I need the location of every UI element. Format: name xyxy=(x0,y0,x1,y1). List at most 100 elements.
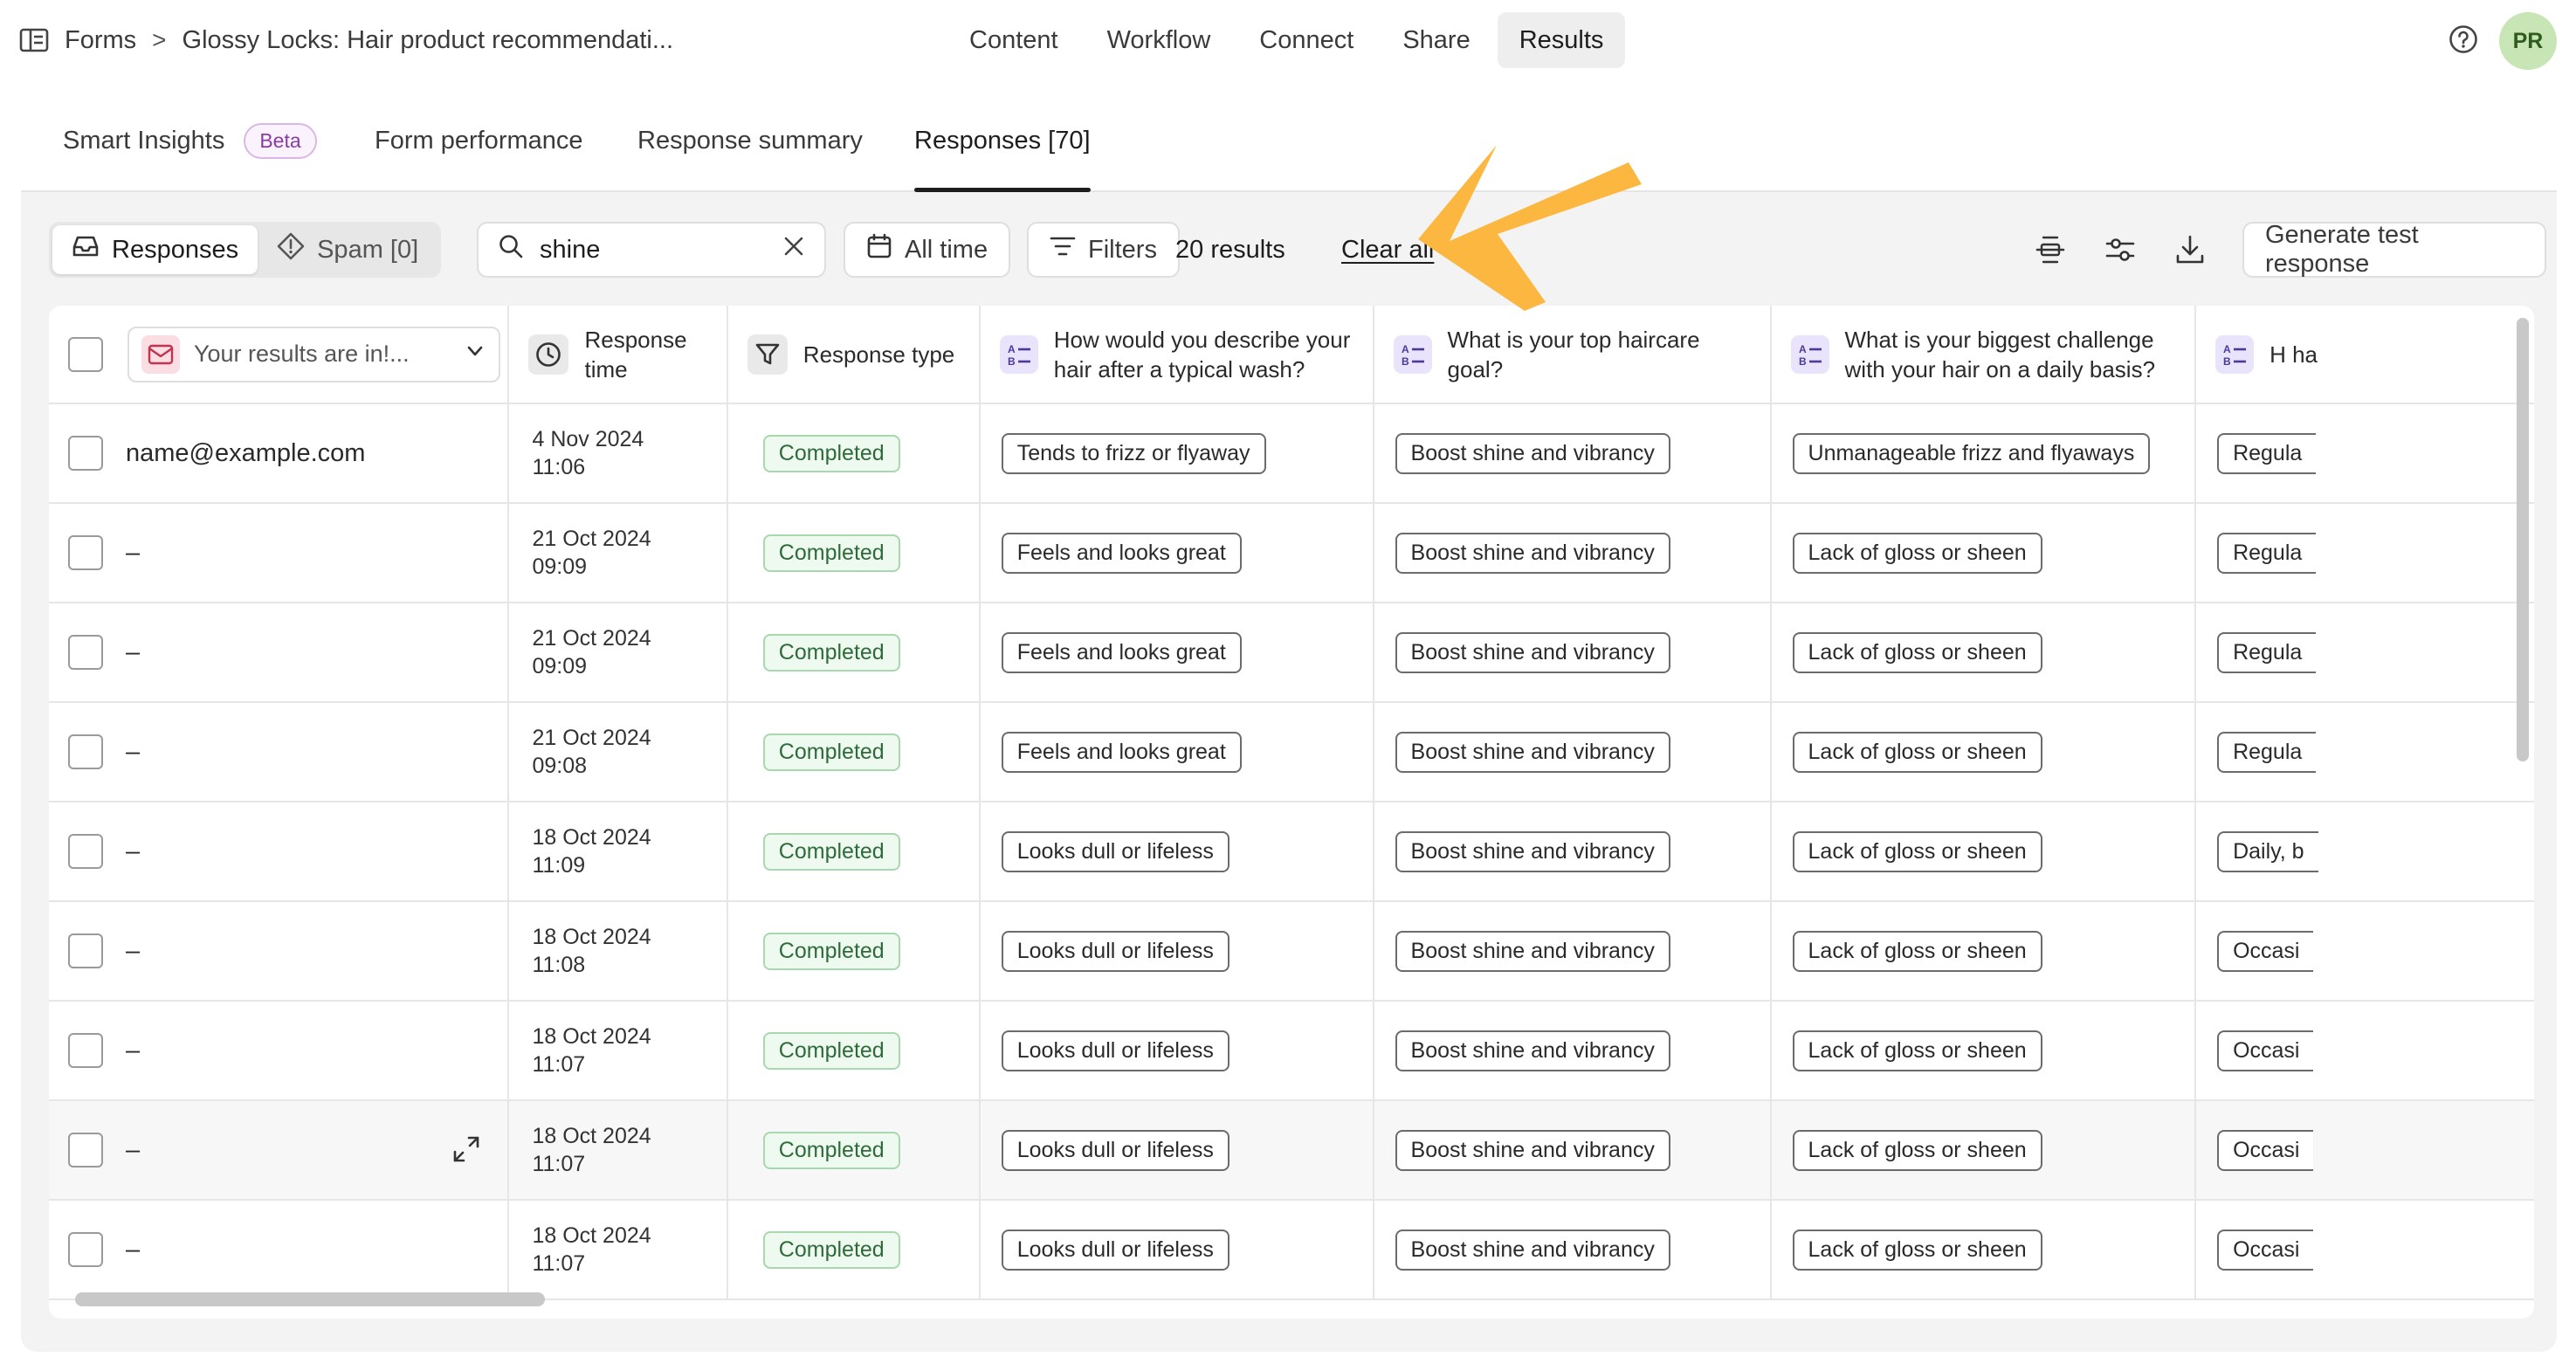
answer-1-cell: Looks dull or lifeless xyxy=(979,1100,1374,1201)
search-input[interactable]: shine xyxy=(540,236,767,265)
date-range-button[interactable]: All time xyxy=(844,222,1011,278)
vertical-scroll-thumb[interactable] xyxy=(2517,318,2529,761)
nav-results[interactable]: Results xyxy=(1497,12,1626,68)
expand-row-icon[interactable] xyxy=(451,1134,481,1171)
table-row[interactable]: – 18 Oct 2024 11:07 Completed Looks dull or … xyxy=(49,1200,2534,1300)
row-select-cell xyxy=(49,802,114,902)
answer-4-cell: Daily, b xyxy=(2195,802,2534,902)
select-all-cell xyxy=(49,306,114,404)
user-avatar[interactable]: PR xyxy=(2499,12,2557,70)
row-checkbox[interactable] xyxy=(68,1133,103,1168)
top-right-actions: PR xyxy=(2449,12,2557,70)
breadcrumb-forms-link[interactable]: Forms xyxy=(65,26,136,55)
response-time-cell: 21 Oct 2024 09:09 xyxy=(508,503,728,603)
nav-workflow[interactable]: Workflow xyxy=(1085,12,1233,68)
tab-response-summary[interactable]: Response summary xyxy=(637,89,863,192)
tab-form-performance[interactable]: Form performance xyxy=(375,89,583,192)
table-body: name@example.com 4 Nov 2024 11:06 Completed… xyxy=(49,403,2534,1300)
row-checkbox[interactable] xyxy=(68,834,103,869)
row-checkbox[interactable] xyxy=(68,734,103,769)
horizontal-scroll-thumb[interactable] xyxy=(75,1292,545,1306)
spam-warning-icon xyxy=(277,232,305,267)
nav-content[interactable]: Content xyxy=(947,12,1080,68)
answer-2-cell: Boost shine and vibrancy xyxy=(1373,403,1772,504)
row-select-cell xyxy=(49,702,114,802)
response-type-label: Response type xyxy=(802,341,955,368)
table-row[interactable]: – 18 Oct 2024 11:07 Completed Looks dull or … xyxy=(49,1100,2534,1201)
respondent-email: – xyxy=(125,637,141,666)
answer-4-cell: Occasi xyxy=(2195,1200,2534,1300)
nav-share[interactable]: Share xyxy=(1381,12,1491,68)
select-all-checkbox[interactable] xyxy=(68,336,103,372)
answer-3-cell: Lack of gloss or sheen xyxy=(1770,802,2197,902)
search-field[interactable]: shine xyxy=(477,222,826,278)
response-time-cell: 18 Oct 2024 11:07 xyxy=(508,1200,728,1300)
table-row[interactable]: – 21 Oct 2024 09:09 Completed Feels and look… xyxy=(49,603,2534,703)
clear-search-icon[interactable] xyxy=(782,235,805,265)
answer-chip: Lack of gloss or sheen xyxy=(1792,1030,2042,1071)
table-row[interactable]: name@example.com 4 Nov 2024 11:06 Completed… xyxy=(49,403,2534,504)
table-row[interactable]: – 21 Oct 2024 09:08 Completed Feels and look… xyxy=(49,702,2534,802)
tab-responses[interactable]: Responses [70] xyxy=(914,89,1091,192)
answer-chip: Boost shine and vibrancy xyxy=(1395,631,1670,673)
calendar-icon xyxy=(866,233,892,266)
question-3-header[interactable]: AB What is your biggest challenge with y… xyxy=(1770,306,2197,404)
answer-chip: Regula xyxy=(2217,731,2317,773)
filters-button[interactable]: Filters xyxy=(1027,222,1180,278)
respondent-email: – xyxy=(125,1036,141,1064)
respondent-email: – xyxy=(125,1235,141,1264)
answer-4-cell: Occasi xyxy=(2195,901,2534,1002)
response-type-header[interactable]: Response type xyxy=(727,306,981,404)
response-date: 21 Oct 2024 xyxy=(532,626,651,651)
respondent-email: – xyxy=(125,737,141,766)
answer-chip: Looks dull or lifeless xyxy=(1001,930,1229,972)
question-1-header[interactable]: AB How would you describe your hair afte… xyxy=(979,306,1374,404)
row-checkbox[interactable] xyxy=(68,535,103,570)
nav-connect[interactable]: Connect xyxy=(1237,12,1375,68)
date-range-label: All time xyxy=(905,235,988,264)
email-cell: – xyxy=(113,1100,510,1201)
answer-chip: Looks dull or lifeless xyxy=(1001,1229,1229,1271)
answer-3-cell: Lack of gloss or sheen xyxy=(1770,603,2197,703)
spam-toggle-button[interactable]: Spam [0] xyxy=(258,225,437,274)
responses-toggle-button[interactable]: Responses xyxy=(52,225,258,274)
response-type-cell: Completed xyxy=(727,403,981,504)
download-icon[interactable] xyxy=(2173,232,2208,267)
table-row[interactable]: – 18 Oct 2024 11:09 Completed Looks dull or … xyxy=(49,802,2534,902)
tab-smart-insights[interactable]: Smart Insights Beta xyxy=(63,89,317,192)
breadcrumb-form-title[interactable]: Glossy Locks: Hair product recommendati.… xyxy=(183,26,673,55)
responses-toolbar: Responses Spam [0] shine All time Filter… xyxy=(49,221,2546,278)
answer-chip: Boost shine and vibrancy xyxy=(1395,731,1670,773)
help-icon[interactable] xyxy=(2449,24,2478,59)
response-date: 18 Oct 2024 xyxy=(532,1223,651,1248)
table-row[interactable]: – 18 Oct 2024 11:07 Completed Looks dull or … xyxy=(49,1001,2534,1101)
table-row[interactable]: – 18 Oct 2024 11:08 Completed Looks dull or … xyxy=(49,901,2534,1002)
answer-4-cell: Occasi xyxy=(2195,1001,2534,1101)
row-select-cell xyxy=(49,503,114,603)
response-time-header[interactable]: Response time xyxy=(508,306,728,404)
status-badge: Completed xyxy=(762,633,900,672)
vertical-scrollbar[interactable] xyxy=(2517,318,2529,1191)
answer-2-cell: Boost shine and vibrancy xyxy=(1373,1100,1772,1201)
email-column-dropdown[interactable]: Your results are in!... xyxy=(127,326,501,382)
answer-3-cell: Lack of gloss or sheen xyxy=(1770,1100,2197,1201)
column-settings-icon[interactable] xyxy=(2103,232,2138,267)
row-checkbox[interactable] xyxy=(68,436,103,471)
answer-chip: Occasi xyxy=(2217,930,2314,972)
responses-table-container: Your results are in!... Response time Re… xyxy=(49,306,2534,1319)
response-date: 21 Oct 2024 xyxy=(532,527,651,551)
question-4-header[interactable]: AB H ha xyxy=(2195,306,2534,404)
search-icon xyxy=(498,233,524,266)
row-checkbox[interactable] xyxy=(68,1033,103,1068)
row-checkbox[interactable] xyxy=(68,635,103,670)
response-time-cell: 4 Nov 2024 11:06 xyxy=(508,403,728,504)
question-2-header[interactable]: AB What is your top haircare goal? xyxy=(1373,306,1772,404)
row-height-icon[interactable] xyxy=(2033,232,2068,267)
horizontal-scrollbar[interactable] xyxy=(49,1292,2534,1306)
row-checkbox[interactable] xyxy=(68,1232,103,1267)
row-checkbox[interactable] xyxy=(68,933,103,968)
table-row[interactable]: – 21 Oct 2024 09:09 Completed Feels and look… xyxy=(49,503,2534,603)
funnel-icon xyxy=(747,334,788,375)
forms-icon[interactable] xyxy=(19,27,49,53)
generate-test-response-button[interactable]: Generate test response xyxy=(2242,221,2546,278)
